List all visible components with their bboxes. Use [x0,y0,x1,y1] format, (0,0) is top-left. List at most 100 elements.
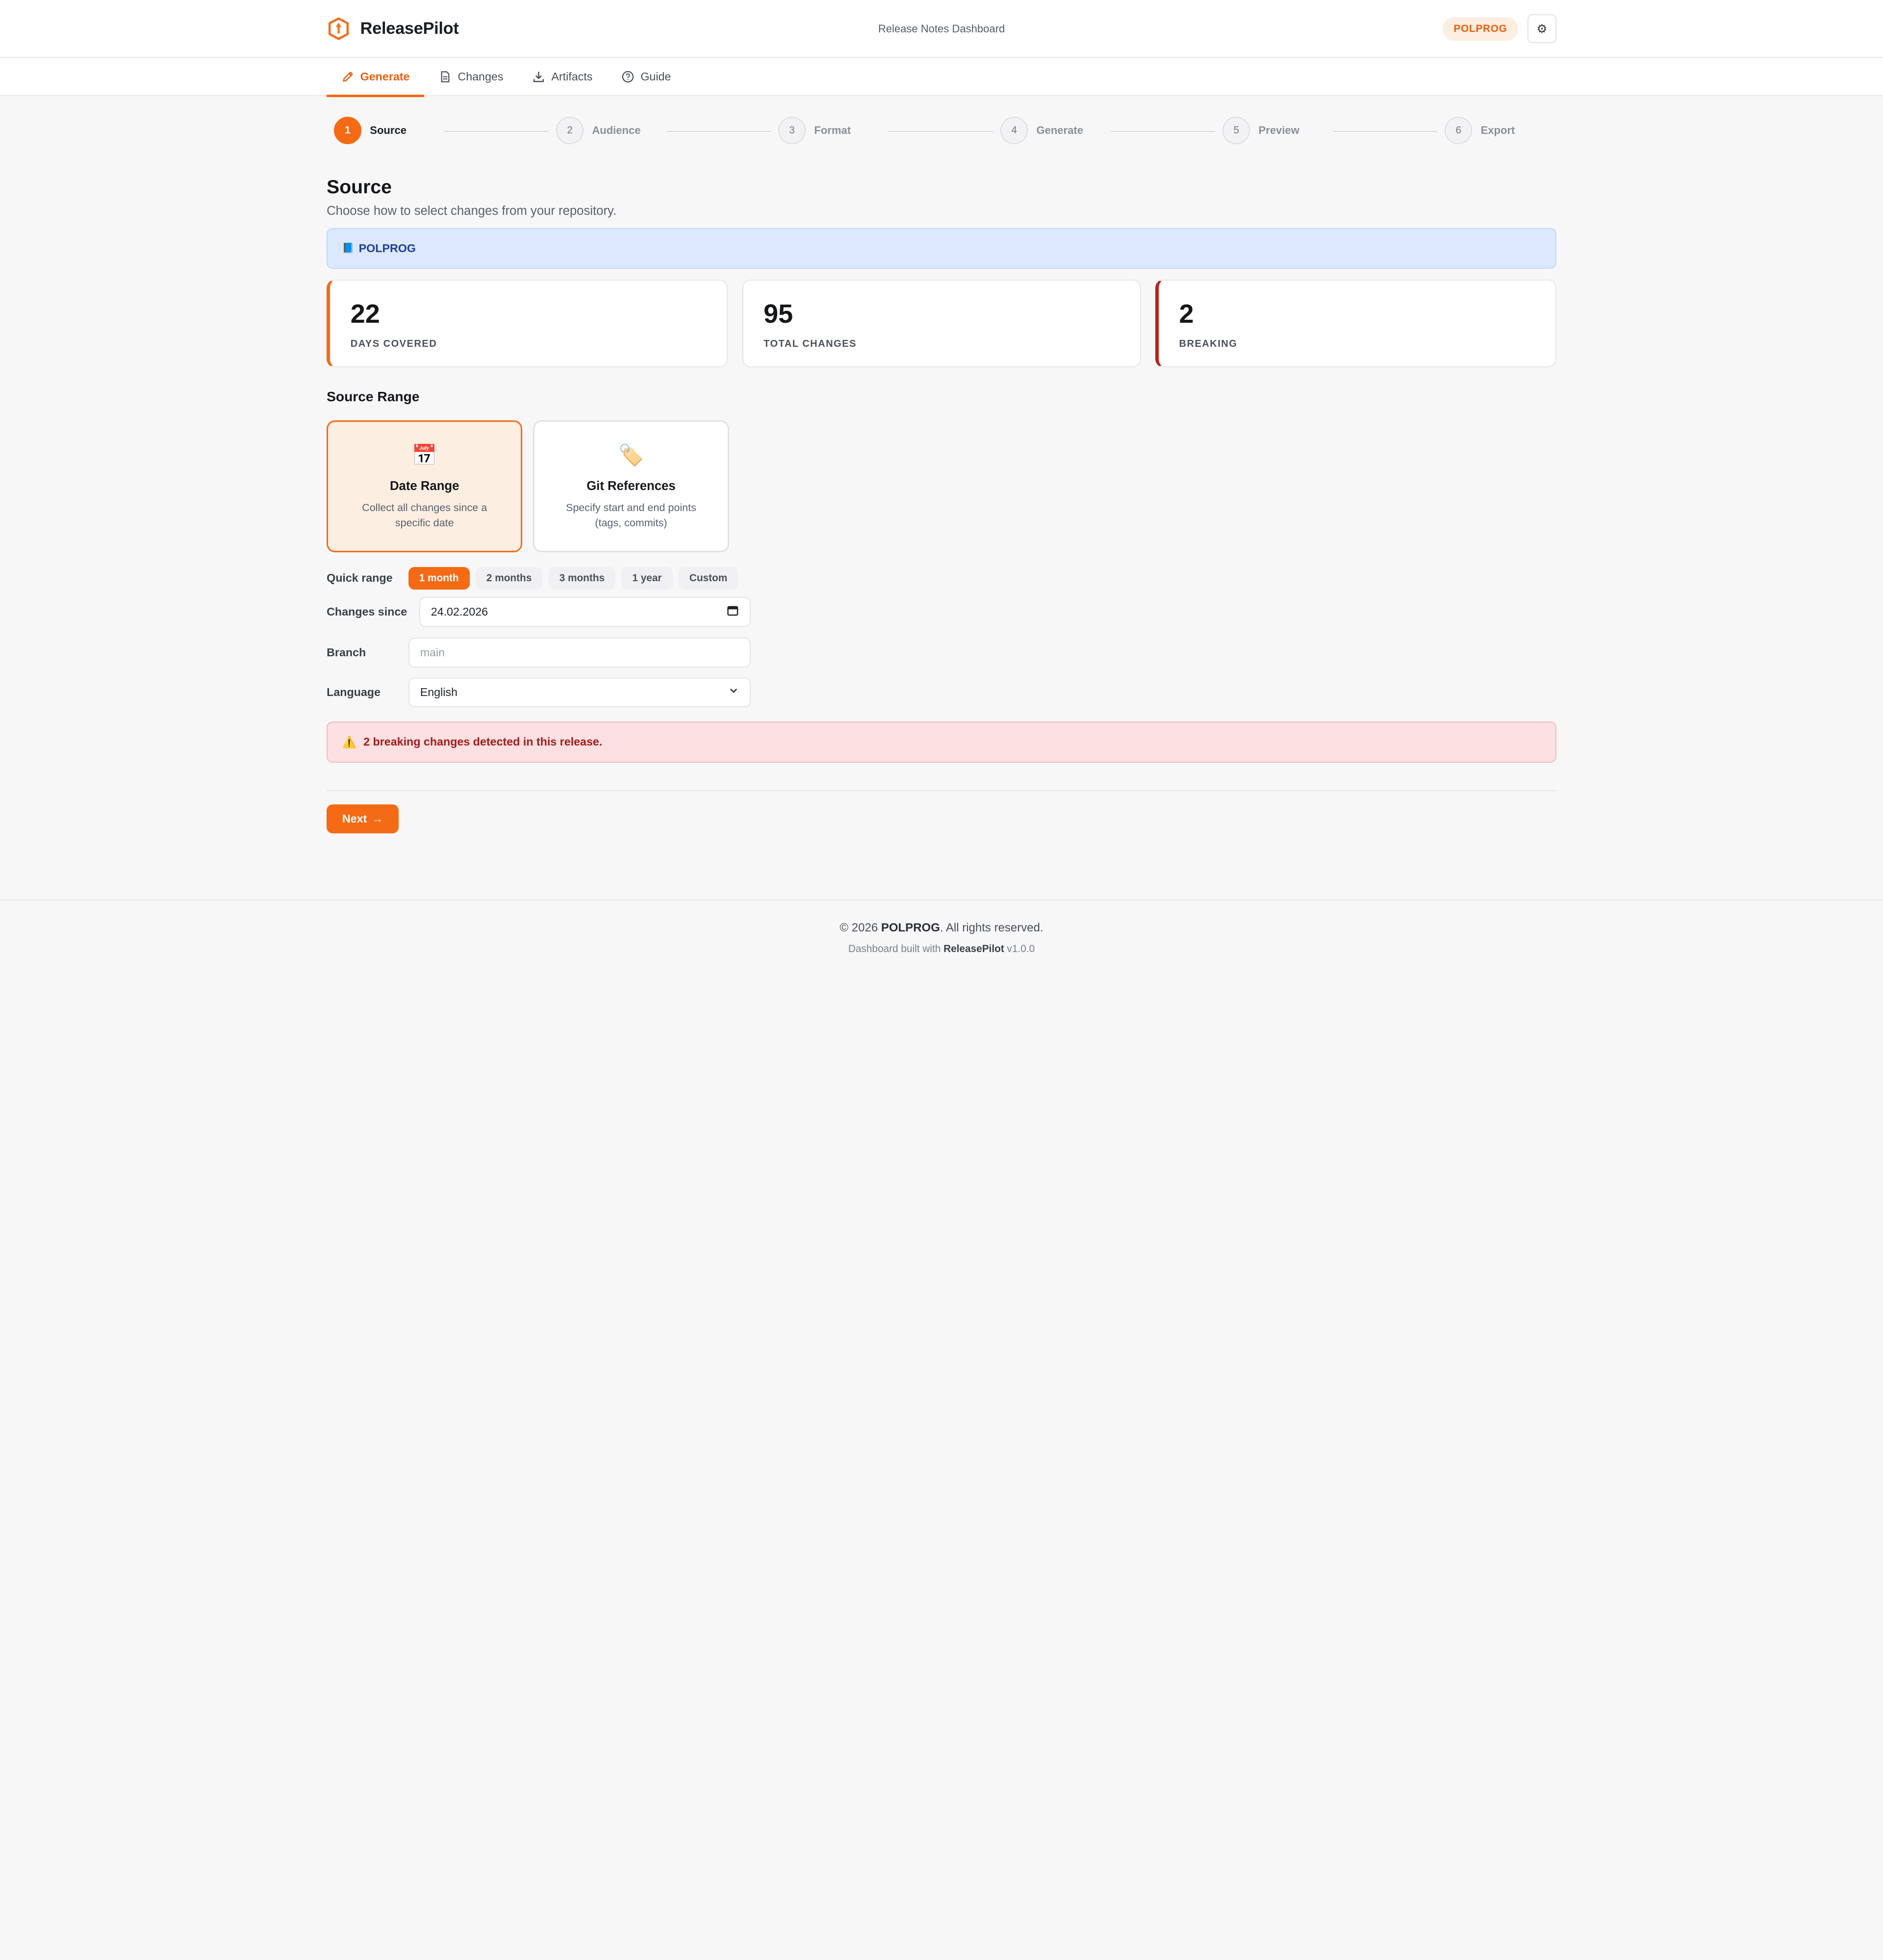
branch-row: Branch main [327,637,1556,668]
stat-card-days-covered: 22 DAYS COVERED [327,280,728,367]
option-description: Specify start and end points (tags, comm… [565,501,696,529]
breaking-changes-alert: ⚠️ 2 breaking changes detected in this r… [327,722,1556,763]
step-connector [444,130,549,132]
step-label: Export [1480,124,1515,136]
date-range-option[interactable]: 📅 Date Range Collect all changes since a… [327,420,523,553]
step-preview[interactable]: 5 Preview [1222,116,1299,144]
chip-3-months[interactable]: 3 months [548,567,616,590]
step-number: 6 [1445,116,1473,144]
branch-input[interactable]: main [408,637,751,668]
step-connector [1333,130,1438,132]
repo-name: POLPROG [358,241,416,255]
footer-copyright: © 2026 POLPROG. All rights reserved. [0,921,1883,935]
copyright-prefix: © 2026 [840,921,878,934]
document-icon [441,71,450,82]
option-title: Git References [586,479,676,493]
git-references-option[interactable]: 🏷️ Git References Specify start and end … [533,420,729,553]
language-select[interactable]: English [408,677,751,707]
step-audience[interactable]: 2 Audience [556,116,641,144]
step-source[interactable]: 1 Source [333,116,407,144]
stat-label: TOTAL CHANGES [763,338,857,349]
stat-value: 22 [350,299,380,329]
tab-changes[interactable]: Changes [424,58,518,96]
stat-value: 2 [1179,299,1194,329]
step-generate[interactable]: 4 Generate [1000,116,1083,144]
step-label: Format [814,124,851,136]
branch-label: Branch [327,646,366,659]
footer-built-with: Dashboard built with ReleasePilot v1.0.0 [0,943,1883,955]
stat-label: DAYS COVERED [350,338,437,349]
stats-row: 22 DAYS COVERED 95 TOTAL CHANGES 2 BREAK… [327,280,1556,367]
footer: © 2026 POLPROG. All rights reserved. Das… [0,900,1883,980]
option-description: Collect all changes since a specific dat… [362,501,487,529]
step-label: Source [370,124,407,136]
stat-card-breaking: 2 BREAKING [1155,280,1556,367]
language-row: Language English [327,677,1556,707]
step-number: 3 [778,116,806,144]
chip-2-months[interactable]: 2 months [475,567,543,590]
step-connector [666,130,771,132]
quick-range-label: Quick range [327,571,393,585]
tab-label: Guide [640,70,671,83]
stat-label: BREAKING [1179,338,1238,349]
release-pilot-logo-icon [327,17,351,41]
built-prefix: Dashboard built with [848,943,941,955]
chip-custom[interactable]: Custom [678,567,738,590]
header-subtitle: Release Notes Dashboard [878,22,1005,35]
step-number: 2 [556,116,584,144]
language-value: English [420,685,458,698]
tab-label: Artifacts [551,70,593,83]
tab-label: Changes [458,70,504,83]
warning-icon: ⚠️ [342,735,356,748]
divider [327,790,1556,792]
calendar-picker-icon[interactable] [727,604,738,619]
quick-range-row: Quick range 1 month 2 months 3 months 1 … [327,567,1556,590]
step-format[interactable]: 3 Format [778,116,851,144]
page-title: Source [327,176,392,198]
page-subtitle: Choose how to select changes from your r… [327,204,617,218]
chevron-down-icon [728,685,739,699]
branch-placeholder: main [420,646,445,659]
tab-label: Generate [360,70,410,83]
step-label: Audience [592,124,641,136]
built-version: v1.0.0 [1007,943,1035,955]
changes-since-date-input[interactable]: 24.02.2026 [419,596,751,627]
step-number: 5 [1222,116,1250,144]
quick-range-chips: 1 month 2 months 3 months 1 year Custom [408,567,738,590]
changes-since-row: Changes since 24.02.2026 [327,596,1556,627]
pencil-icon [342,72,353,82]
step-export[interactable]: 6 Export [1445,116,1515,144]
step-connector [1111,130,1216,132]
chip-1-year[interactable]: 1 year [621,567,673,590]
alert-text: 2 breaking changes detected in this rele… [363,735,603,748]
page: ReleasePilot Release Notes Dashboard POL… [0,0,1883,980]
calendar-icon: 📅 [411,443,437,467]
tab-artifacts[interactable]: Artifacts [518,58,607,96]
book-icon: 📘 [342,243,354,254]
next-button[interactable]: Next → [327,804,399,834]
brand[interactable]: ReleasePilot [327,17,459,41]
step-number: 4 [1000,116,1028,144]
step-number: 1 [333,116,362,144]
changes-since-label: Changes since [327,605,407,618]
gear-icon: ⚙ [1536,22,1548,36]
date-value: 24.02.2026 [431,605,488,618]
org-badge[interactable]: POLPROG [1443,17,1518,41]
tab-generate[interactable]: Generate [327,58,425,98]
settings-button[interactable]: ⚙ [1527,14,1556,44]
language-label: Language [327,685,381,698]
built-name[interactable]: ReleasePilot [943,943,1004,954]
app-name: ReleasePilot [360,19,459,38]
copyright-org: POLPROG [881,921,940,934]
source-range-title: Source Range [327,388,420,404]
download-icon [534,72,544,82]
next-label: Next [342,812,367,825]
help-circle-icon [622,71,634,83]
main-content: 1 Source 2 Audience 3 Format 4 Generate … [327,97,1556,834]
option-title: Date Range [390,479,459,493]
step-label: Preview [1258,124,1299,136]
tab-guide[interactable]: Guide [607,58,686,96]
chip-1-month[interactable]: 1 month [408,567,470,590]
source-range-options: 📅 Date Range Collect all changes since a… [327,420,1556,553]
stat-value: 95 [763,299,793,329]
